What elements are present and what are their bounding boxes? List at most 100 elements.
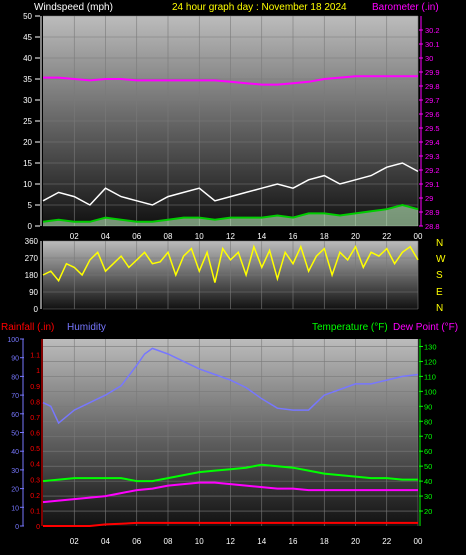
wind-tick-label: 10 xyxy=(23,180,32,189)
temperature-tick-label: 80 xyxy=(424,417,432,426)
wind-tick-label: 45 xyxy=(23,33,32,42)
weather-x-tick-label: 08 xyxy=(164,537,173,546)
temperature-tick-label: 40 xyxy=(424,477,432,486)
weather-x-tick-label: 10 xyxy=(195,537,204,546)
temperature-tick-label: 70 xyxy=(424,432,432,441)
humidity-tick-label: 60 xyxy=(11,412,19,419)
barometer-tick-label: 30.2 xyxy=(425,26,440,35)
barometer-tick-label: 29.7 xyxy=(425,96,440,105)
weather-x-tick-label: 18 xyxy=(320,537,329,546)
barometer-tick-label: 29.1 xyxy=(425,180,440,189)
temperature-tick-label: 120 xyxy=(424,357,437,366)
wind-tick-label: 30 xyxy=(23,96,32,105)
rain-tick-label: 0.7 xyxy=(30,415,40,422)
wind-tick-label: 35 xyxy=(23,75,32,84)
wind-tick-label: 5 xyxy=(28,201,33,210)
weather-x-tick-label: 16 xyxy=(289,537,298,546)
wind-x-tick-label: 22 xyxy=(382,232,391,241)
barometer-tick-label: 29.3 xyxy=(425,152,440,161)
barometer-tick-label: 29.2 xyxy=(425,166,440,175)
wind-axis-label: Windspeed (mph) xyxy=(34,2,113,13)
temperature-axis-label: Temperature (°F) xyxy=(312,322,388,333)
humidity-tick-label: 80 xyxy=(11,374,19,381)
rain-tick-label: 0.3 xyxy=(30,477,40,484)
wind-x-tick-label: 12 xyxy=(226,232,235,241)
temperature-tick-label: 100 xyxy=(424,387,437,396)
barometer-tick-label: 28.9 xyxy=(425,208,440,217)
compass-n-top: N xyxy=(436,238,443,249)
rain-tick-label: 0 xyxy=(36,524,40,531)
humidity-tick-label: 100 xyxy=(7,337,19,344)
weather-x-tick-label: 06 xyxy=(132,537,141,546)
compass-e: E xyxy=(436,287,443,298)
wind-x-tick-label: 02 xyxy=(70,232,79,241)
temperature-tick-label: 110 xyxy=(424,372,436,381)
weather-x-tick-label: 14 xyxy=(257,537,266,546)
humidity-tick-label: 50 xyxy=(11,431,19,438)
wind-x-tick-label: 04 xyxy=(101,232,110,241)
compass-n-bottom: N xyxy=(436,303,443,314)
wind-tick-label: 0 xyxy=(28,222,33,231)
direction-tick-label: 360 xyxy=(25,237,39,246)
temperature-tick-label: 30 xyxy=(424,492,432,501)
direction-tick-label: 90 xyxy=(29,288,38,297)
barometer-tick-label: 30.1 xyxy=(425,40,440,49)
barometer-tick-label: 29 xyxy=(425,194,433,203)
rain-tick-label: 1 xyxy=(36,368,40,375)
weather-graph: Windspeed (mph) 24 hour graph day : Nove… xyxy=(1,2,458,546)
rain-tick-label: 0.6 xyxy=(30,431,40,438)
weather-x-tick-label: 22 xyxy=(382,537,391,546)
wind-tick-label: 25 xyxy=(23,117,32,126)
wind-x-tick-label: 06 xyxy=(132,232,141,241)
humidity-tick-label: 0 xyxy=(15,524,19,531)
rain-tick-label: 0.1 xyxy=(30,508,40,515)
barometer-tick-label: 28.8 xyxy=(425,222,440,231)
barometer-tick-label: 29.4 xyxy=(425,138,440,147)
humidity-tick-label: 20 xyxy=(11,487,19,494)
temperature-tick-label: 20 xyxy=(424,507,432,516)
barometer-axis-label: Barometer (.in) xyxy=(372,2,439,13)
rain-tick-label: 1.1 xyxy=(30,353,40,360)
rain-tick-label: 0.2 xyxy=(30,493,40,500)
weather-x-tick-label: 04 xyxy=(101,537,110,546)
rain-tick-label: 0.9 xyxy=(30,384,40,391)
wind-x-tick-label: 16 xyxy=(289,232,298,241)
direction-tick-label: 270 xyxy=(25,254,39,263)
temperature-tick-label: 60 xyxy=(424,447,432,456)
barometer-tick-label: 29.9 xyxy=(425,68,440,77)
wind-x-tick-label: 08 xyxy=(164,232,173,241)
rain-tick-label: 0.5 xyxy=(30,446,40,453)
humidity-tick-label: 70 xyxy=(11,393,19,400)
barometer-tick-label: 29.6 xyxy=(425,110,440,119)
temperature-tick-label: 90 xyxy=(424,402,432,411)
compass-s: S xyxy=(436,270,443,281)
rainfall-axis-label: Rainfall (.in) xyxy=(1,322,54,333)
barometer-tick-label: 29.8 xyxy=(425,82,440,91)
wind-x-tick-label: 14 xyxy=(257,232,266,241)
compass-w: W xyxy=(436,254,446,265)
wind-tick-label: 50 xyxy=(23,12,32,21)
weather-x-tick-label: 00 xyxy=(414,537,423,546)
wind-x-tick-label: 18 xyxy=(320,232,329,241)
dewpoint-axis-label: Dew Point (°F) xyxy=(393,322,458,333)
humidity-axis-label: Humidity xyxy=(67,322,106,333)
humidity-tick-label: 30 xyxy=(11,468,19,475)
humidity-tick-label: 40 xyxy=(11,449,19,456)
direction-tick-label: 180 xyxy=(25,271,39,280)
graph-title: 24 hour graph day : November 18 2024 xyxy=(172,2,347,13)
rain-tick-label: 0.8 xyxy=(30,399,40,406)
wind-x-tick-label: 00 xyxy=(414,232,423,241)
humidity-tick-label: 10 xyxy=(11,505,19,512)
weather-x-tick-label: 02 xyxy=(70,537,79,546)
wind-tick-label: 15 xyxy=(23,159,32,168)
weather-x-tick-label: 20 xyxy=(351,537,360,546)
barometer-tick-label: 29.5 xyxy=(425,124,440,133)
wind-tick-label: 40 xyxy=(23,54,32,63)
wind-x-tick-label: 10 xyxy=(195,232,204,241)
weather-x-tick-label: 12 xyxy=(226,537,235,546)
rain-tick-label: 0.4 xyxy=(30,462,40,469)
temperature-tick-label: 50 xyxy=(424,462,432,471)
wind-tick-label: 20 xyxy=(23,138,32,147)
barometer-tick-label: 30 xyxy=(425,54,433,63)
humidity-tick-label: 90 xyxy=(11,356,19,363)
